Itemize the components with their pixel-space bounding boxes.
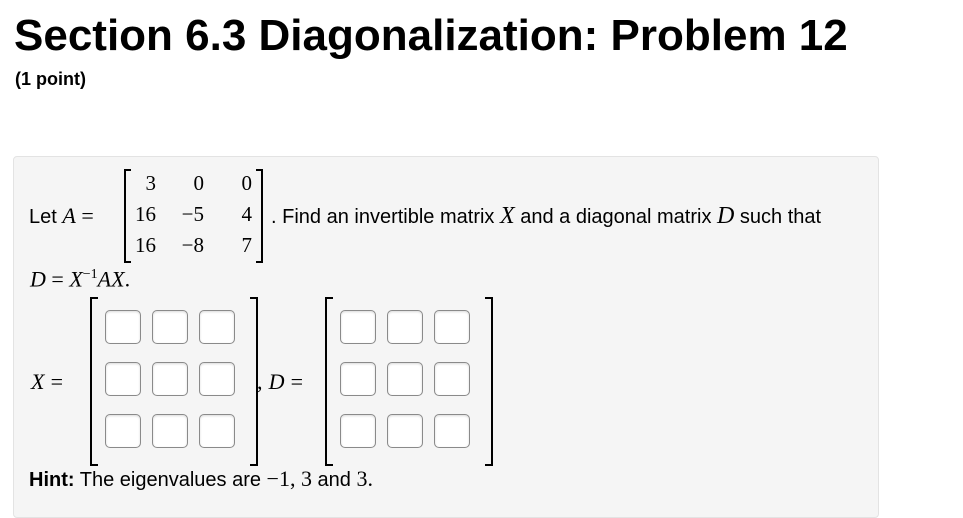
d-entry-2-1[interactable] (340, 362, 376, 396)
find-text: . Find an invertible matrix (271, 206, 495, 228)
x-entry-1-1[interactable] (105, 310, 141, 344)
matrix-a-right-bracket (256, 169, 263, 263)
answer-d-equals: = (290, 369, 304, 394)
hint-text: The eigenvalues are (79, 469, 261, 491)
matrix-d-left-bracket (325, 297, 333, 466)
matrix-a-cell: 16 (135, 233, 156, 257)
x-entry-3-3[interactable] (199, 414, 235, 448)
hint-last-value: 3. (356, 466, 373, 491)
matrix-d-right-bracket (485, 297, 493, 466)
matrix-a-cell: 0 (193, 171, 205, 195)
x-entry-2-1[interactable] (105, 362, 141, 396)
answer-d-label: , D = (257, 370, 303, 394)
diagonalization-formula: D = X−1AX. (30, 263, 130, 291)
x-entry-1-2[interactable] (152, 310, 188, 344)
and-text: and a diagonal matrix (520, 206, 712, 228)
hint-label: Hint: (29, 469, 75, 491)
formula-ax: AX (97, 266, 125, 292)
answer-d-symbol: D (268, 369, 285, 394)
formula-x: X (69, 266, 83, 292)
answer-comma: , (257, 369, 263, 394)
matrix-a-cell: 3 (145, 171, 157, 195)
formula-inverse: −1 (82, 267, 98, 282)
hint-line: Hint: The eigenvalues are −1, 3 and 3. (29, 467, 373, 492)
such-that-text: such that (739, 206, 822, 228)
matrix-a-left-bracket (124, 169, 131, 263)
answer-x-label: X = (31, 370, 63, 394)
let-text: Let (29, 206, 57, 228)
points-label: (1 point) (15, 69, 86, 89)
hint-values: −1, 3 (266, 466, 312, 491)
formula-eq: = (45, 266, 70, 292)
matrix-x-symbol: X (499, 203, 515, 229)
d-entry-2-3[interactable] (434, 362, 470, 396)
d-entry-2-2[interactable] (387, 362, 423, 396)
hint-and: and (317, 469, 351, 491)
x-entry-2-2[interactable] (152, 362, 188, 396)
x-entry-3-1[interactable] (105, 414, 141, 448)
d-entry-1-1[interactable] (340, 310, 376, 344)
matrix-a: 3 0 0 16 −5 4 16 −8 7 (124, 169, 264, 263)
d-entry-3-1[interactable] (340, 414, 376, 448)
equals-sign: = (81, 203, 94, 228)
formula-period: . (124, 266, 131, 292)
matrix-a-cell: 4 (241, 202, 253, 226)
matrix-a-cell: −8 (181, 233, 204, 257)
statement-rest: . Find an invertible matrix X and a diag… (271, 204, 821, 229)
problem-panel: Let A = 3 0 0 16 −5 4 16 −8 7 . Find an … (13, 156, 879, 518)
d-entry-1-2[interactable] (387, 310, 423, 344)
x-entry-3-2[interactable] (152, 414, 188, 448)
formula-d: D (30, 266, 46, 292)
statement-let: Let A = (29, 204, 94, 229)
x-entry-2-3[interactable] (199, 362, 235, 396)
matrix-a-symbol: A (62, 203, 76, 228)
matrix-a-cell: 16 (135, 202, 156, 226)
answer-x-equals: = (50, 369, 63, 394)
d-entry-3-3[interactable] (434, 414, 470, 448)
problem-title: Section 6.3 Diagonalization: Problem 12 (14, 11, 848, 60)
matrix-a-cell: 7 (241, 233, 253, 257)
matrix-a-cell: 0 (241, 171, 253, 195)
d-entry-1-3[interactable] (434, 310, 470, 344)
matrix-x-input (90, 297, 260, 467)
matrix-d-input (325, 297, 495, 467)
d-entry-3-2[interactable] (387, 414, 423, 448)
answer-x-symbol: X (31, 369, 45, 394)
matrix-x-left-bracket (90, 297, 98, 466)
matrix-a-cell: −5 (181, 202, 204, 226)
matrix-d-symbol: D (717, 203, 735, 229)
x-entry-1-3[interactable] (199, 310, 235, 344)
